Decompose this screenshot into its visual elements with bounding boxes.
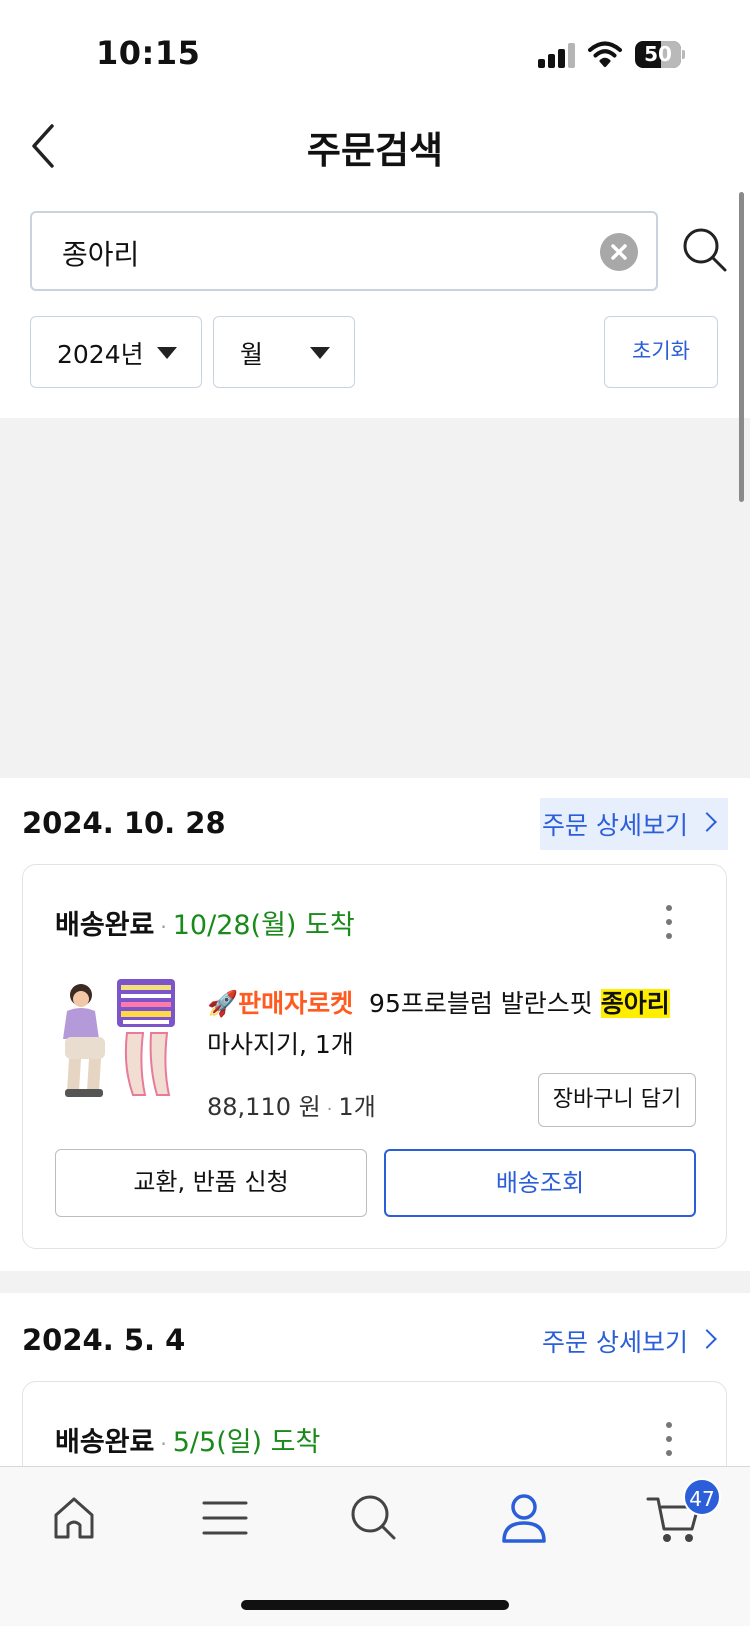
arrival-date: 10/28(월) 도착 (172, 910, 355, 941)
order-detail-link-label: 주문 상세보기 (542, 1328, 688, 1357)
signal-icon (538, 42, 576, 68)
empty-area (0, 418, 750, 778)
delivery-status: 배송완료 · 10/28(월) 도착 (55, 910, 355, 941)
section-divider (0, 1271, 750, 1293)
status-bar: 10:15 50 (0, 0, 750, 100)
home-indicator[interactable] (241, 1600, 509, 1610)
month-select[interactable]: 월 (213, 316, 355, 388)
caret-down-icon (157, 347, 177, 359)
exchange-return-button[interactable]: 교환, 반품 신청 (55, 1149, 367, 1217)
product-name-part: 95프로블럼 발란스핏 (369, 989, 601, 1018)
year-select-value: 2024년 (57, 340, 144, 369)
delivery-status: 배송완료 · 5/5(일) 도착 (55, 1427, 321, 1458)
delivery-status-label: 배송완료 (55, 1427, 155, 1458)
seller-rocket-badge: 🚀판매자로켓 (207, 989, 354, 1018)
month-select-value: 월 (240, 340, 264, 369)
order-detail-link[interactable]: 주문 상세보기 (540, 1315, 728, 1367)
menu-icon[interactable] (194, 1489, 254, 1545)
order-detail-link-label: 주문 상세보기 (542, 811, 688, 840)
more-options-icon[interactable] (664, 1422, 674, 1458)
cart-count-badge: 47 (683, 1478, 721, 1516)
clear-search-button[interactable] (600, 233, 638, 271)
search-icon[interactable] (344, 1489, 404, 1545)
add-to-cart-button[interactable]: 장바구니 담기 (538, 1073, 696, 1127)
search-input-value[interactable]: 종아리 (62, 233, 139, 273)
search-button[interactable] (680, 225, 730, 275)
chevron-right-icon (697, 812, 717, 832)
wifi-icon (588, 41, 622, 67)
year-select[interactable]: 2024년 (30, 316, 202, 388)
product-price: 88,110 원 (207, 1093, 321, 1121)
arrival-date: 5/5(일) 도착 (172, 1427, 321, 1458)
price-line: 88,110 원 · 1개 (207, 1093, 376, 1121)
product-name[interactable]: 🚀판매자로켓 95프로블럼 발란스핏 종아리 마사지기, 1개 (207, 983, 697, 1065)
page-title: 주문검색 (306, 129, 444, 172)
product-thumbnail[interactable] (59, 977, 177, 1101)
search-match-highlight: 종아리 (600, 989, 670, 1018)
close-icon (611, 244, 627, 260)
header: 주문검색 (0, 100, 750, 190)
product-name-part: 마사지기, 1개 (207, 1030, 354, 1059)
search-input[interactable]: 종아리 (30, 211, 658, 291)
delivery-status-label: 배송완료 (55, 910, 155, 941)
chevron-right-icon (697, 1329, 717, 1349)
order-date: 2024. 10. 28 (22, 806, 226, 840)
reset-button[interactable]: 초기화 (604, 316, 718, 388)
battery-level: 50 (644, 42, 672, 66)
product-quantity: 1개 (338, 1093, 376, 1121)
order-detail-link[interactable]: 주문 상세보기 (540, 798, 728, 850)
status-time: 10:15 (96, 34, 201, 72)
caret-down-icon (310, 347, 330, 359)
my-account-icon[interactable] (494, 1489, 554, 1545)
home-icon[interactable] (44, 1489, 104, 1545)
order-date: 2024. 5. 4 (22, 1323, 186, 1357)
more-options-icon[interactable] (664, 905, 674, 941)
scrollbar[interactable] (739, 192, 744, 502)
track-delivery-button[interactable]: 배송조회 (384, 1149, 696, 1217)
order-card: 배송완료 · 10/28(월) 도착 🚀판매자로켓 95프로블럼 발란스핏 종아리 … (22, 864, 727, 1249)
battery-icon: 50 (635, 41, 685, 68)
